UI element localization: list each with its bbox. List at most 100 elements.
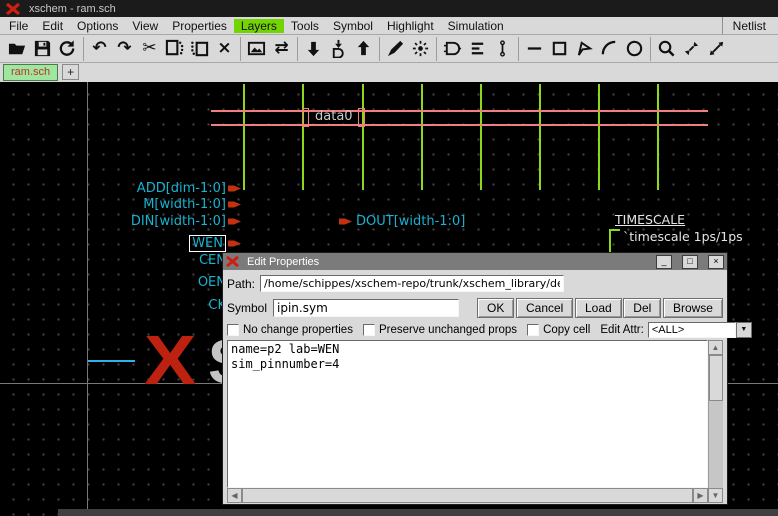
place-symbol-icon[interactable] (440, 37, 465, 61)
draw-circle-icon[interactable] (622, 37, 647, 61)
edit-attr-dropdown[interactable]: <ALL> ▼ (648, 322, 752, 338)
path-label: Path: (227, 277, 255, 291)
new-tab-button[interactable]: + (62, 64, 79, 80)
menu-layers[interactable]: Layers (234, 19, 284, 33)
menu-simulation[interactable]: Simulation (441, 19, 511, 33)
menu-highlight[interactable]: Highlight (380, 19, 441, 33)
pin-din[interactable]: DIN[width-1:0] (131, 212, 242, 230)
insert-image-icon[interactable] (244, 37, 269, 61)
copy-icon[interactable] (162, 37, 187, 61)
draw-brush-icon[interactable] (383, 37, 408, 61)
net-wire-vertical[interactable] (362, 84, 364, 190)
net-wire-vertical[interactable] (302, 84, 304, 190)
edit-properties-dialog: Edit Properties _ □ × Path: Symbol OK Ca… (222, 252, 728, 505)
xschem-window: xschem - ram.sch File Edit Options View … (0, 0, 778, 516)
bus-tap-bracket[interactable] (302, 108, 309, 127)
net-wire-vertical[interactable] (421, 84, 423, 190)
draw-line-icon[interactable] (522, 37, 547, 61)
menu-view[interactable]: View (125, 19, 165, 33)
pin-wen-selected[interactable]: WEN (189, 234, 242, 252)
zoom-box-icon[interactable] (654, 37, 679, 61)
net-wire-horizontal[interactable] (88, 360, 135, 362)
chevron-down-icon[interactable]: ▼ (736, 322, 752, 338)
draw-arc-icon[interactable] (597, 37, 622, 61)
toolbar-group-shapes (519, 37, 651, 61)
vertical-scrollbar[interactable]: ▲ (708, 340, 723, 488)
bus-net-label[interactable]: data0 (315, 109, 353, 124)
pin-dout[interactable]: DOUT[width-1:0] (339, 214, 465, 229)
draw-rectangle-icon[interactable] (547, 37, 572, 61)
zoom-full-icon[interactable] (704, 37, 729, 61)
toolbar-group-zoom (651, 37, 732, 61)
preserve-unchanged-props-checkbox[interactable]: Preserve unchanged props (363, 324, 517, 336)
dialog-buttons: OK Cancel Load Del Browse (477, 298, 723, 318)
scroll-right-icon[interactable]: ▶ (693, 488, 708, 503)
paste-icon[interactable] (187, 37, 212, 61)
scroll-down-icon[interactable]: ▼ (708, 488, 723, 503)
minimize-button[interactable]: _ (656, 255, 672, 269)
input-pin-arrow-icon (228, 217, 242, 226)
zoom-in-icon[interactable] (679, 37, 704, 61)
push-down-icon[interactable] (301, 37, 326, 61)
highlight-net-icon[interactable] (408, 37, 433, 61)
net-wire-vertical[interactable] (480, 84, 482, 190)
timescale-bracket (609, 229, 620, 253)
timescale-annotation[interactable]: TIMESCALE `timescale 1ps/1ps (605, 212, 743, 244)
draw-polygon-icon[interactable] (572, 37, 597, 61)
swap-view-icon[interactable]: ⇄ (269, 37, 294, 61)
properties-textarea[interactable]: name=p2 lab=WEN sim_pinnumber=4 (227, 340, 708, 488)
menu-properties[interactable]: Properties (165, 19, 234, 33)
del-button[interactable]: Del (623, 298, 661, 318)
maximize-button[interactable]: □ (682, 255, 698, 269)
vertical-scroll-thumb[interactable] (709, 355, 723, 401)
place-pin-icon[interactable] (490, 37, 515, 61)
scroll-left-icon[interactable]: ◀ (227, 488, 242, 503)
path-field[interactable] (260, 275, 564, 292)
pop-up-icon[interactable] (351, 37, 376, 61)
ok-button[interactable]: OK (477, 298, 514, 318)
close-button[interactable]: × (708, 255, 724, 269)
menu-symbol[interactable]: Symbol (326, 19, 380, 33)
toolbar-group-hierarchy (298, 37, 380, 61)
horizontal-scrollbar[interactable]: ◀ ▶ (227, 488, 708, 503)
net-wire-vertical[interactable] (657, 84, 659, 190)
dialog-titlebar[interactable]: Edit Properties _ □ × (223, 253, 727, 270)
input-pin-arrow-icon (228, 239, 242, 248)
net-wire-vertical[interactable] (243, 84, 245, 190)
horizontal-scroll-thumb[interactable] (242, 488, 693, 503)
menu-options[interactable]: Options (70, 19, 125, 33)
descend-symbol-icon[interactable] (326, 37, 351, 61)
input-pin-arrow-icon (228, 200, 242, 209)
cancel-button[interactable]: Cancel (516, 298, 573, 318)
cut-icon[interactable]: ✂ (137, 37, 162, 61)
scroll-up-icon[interactable]: ▲ (708, 340, 723, 355)
net-wire-vertical[interactable] (598, 84, 600, 190)
menu-tools[interactable]: Tools (284, 19, 326, 33)
dialog-body: Path: Symbol OK Cancel Load Del Browse N… (223, 270, 727, 504)
no-change-properties-checkbox[interactable]: No change properties (227, 324, 353, 336)
copy-cell-checkbox[interactable]: Copy cell (527, 324, 590, 336)
xschem-logo-icon (226, 256, 239, 267)
bus-tap-bracket[interactable] (358, 108, 365, 127)
save-icon[interactable] (30, 37, 55, 61)
reload-icon[interactable] (55, 37, 80, 61)
browse-button[interactable]: Browse (663, 298, 723, 318)
netlist-lines-icon[interactable] (465, 37, 490, 61)
undo-icon[interactable]: ↶ (87, 37, 112, 61)
open-file-icon[interactable] (5, 37, 30, 61)
menu-netlist[interactable]: Netlist (722, 17, 776, 34)
net-wire-vertical[interactable] (539, 84, 541, 190)
checkbox-icon (227, 324, 239, 336)
symbol-field[interactable] (273, 299, 459, 317)
bus-wire-top[interactable] (211, 110, 708, 112)
load-button[interactable]: Load (575, 298, 622, 318)
menu-file[interactable]: File (2, 19, 35, 33)
tab-ram-sch[interactable]: ram.sch (3, 64, 58, 81)
bus-wire-bottom[interactable] (211, 124, 708, 126)
xschem-logo-icon (6, 3, 20, 15)
redo-icon[interactable]: ↷ (112, 37, 137, 61)
origin-axis-vertical (87, 82, 88, 516)
menu-edit[interactable]: Edit (35, 19, 70, 33)
delete-icon[interactable]: × (212, 37, 237, 61)
pin-m[interactable]: M[width-1:0] (143, 195, 242, 213)
